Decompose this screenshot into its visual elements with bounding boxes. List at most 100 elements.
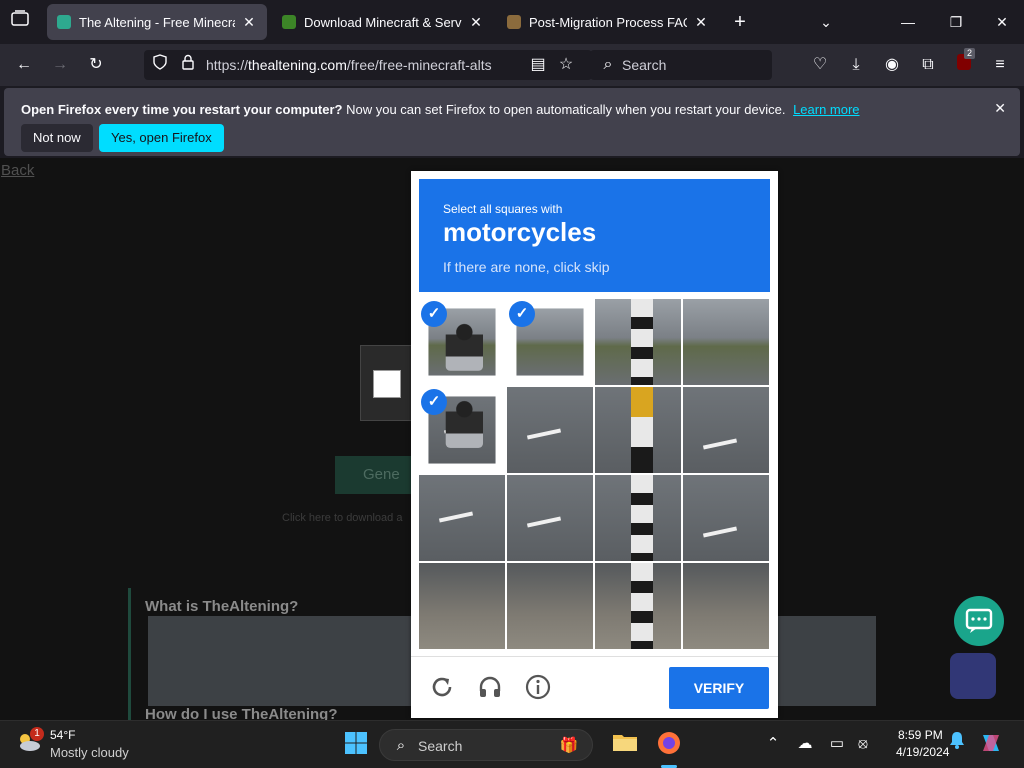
tab-thealtening[interactable]: The Altening - Free Minecraft A ✕	[47, 4, 267, 40]
pole-shape	[631, 299, 653, 385]
search-icon: ⌕	[603, 56, 613, 73]
extensions-icon[interactable]: ⧉	[916, 54, 940, 76]
captcha-tile[interactable]	[595, 299, 681, 385]
captcha-tile-image	[419, 563, 505, 649]
url-text: https://thealtening.com/free/free-minecr…	[206, 57, 492, 73]
captcha-footer: VERIFY	[411, 656, 778, 718]
close-window-icon[interactable]: ✕	[984, 8, 1020, 36]
clock-time[interactable]: 8:59 PM	[898, 728, 943, 742]
copilot-icon[interactable]	[978, 731, 1004, 757]
windows-start-icon[interactable]	[343, 731, 369, 757]
network-icon[interactable]: ⦻	[850, 731, 876, 757]
forward-arrow-icon[interactable]: →	[48, 54, 72, 76]
captcha-checkbox[interactable]	[373, 370, 401, 398]
bookmark-star-icon[interactable]: ☆	[554, 54, 578, 76]
generate-button[interactable]: Gene	[335, 456, 415, 494]
captcha-tile[interactable]	[419, 475, 505, 561]
discord-icon[interactable]	[950, 653, 996, 699]
lane-marking-shape	[702, 438, 738, 450]
faq-question-2[interactable]: How do I use TheAltening?	[145, 706, 338, 720]
captcha-tile[interactable]: ✓	[419, 299, 505, 385]
url-host: thealtening.com	[248, 57, 347, 73]
audio-challenge-icon[interactable]	[476, 673, 504, 701]
thealtening-favicon-icon	[57, 15, 71, 29]
close-notification-icon[interactable]: ✕	[994, 100, 1006, 117]
captcha-tile-image	[683, 387, 769, 473]
close-tab-icon[interactable]: ✕	[468, 14, 484, 31]
clock-date[interactable]: 4/19/2024	[896, 745, 949, 759]
captcha-tile[interactable]	[595, 563, 681, 649]
tab-title: Post-Migration Process FAQ | M	[529, 14, 687, 30]
captcha-tile[interactable]: ✓	[419, 387, 505, 473]
extension-badge: 2	[964, 48, 976, 59]
shield-icon[interactable]	[148, 54, 172, 76]
captcha-tile-image	[595, 563, 681, 649]
minimize-icon[interactable]: —	[890, 8, 926, 36]
reload-icon[interactable]: ↻	[84, 54, 108, 76]
yes-open-firefox-button[interactable]: Yes, open Firefox	[99, 124, 224, 152]
show-hidden-icons-icon[interactable]: ⌃	[760, 731, 786, 757]
pole-shape	[631, 563, 653, 649]
captcha-tile-image	[507, 475, 593, 561]
captcha-tile-image	[683, 563, 769, 649]
captcha-tile-image	[683, 299, 769, 385]
back-link[interactable]: Back	[1, 162, 34, 179]
captcha-tile-image	[419, 475, 505, 561]
captcha-tile[interactable]	[507, 387, 593, 473]
file-explorer-icon[interactable]	[612, 731, 638, 757]
menu-icon[interactable]: ≡	[988, 54, 1012, 76]
captcha-tile[interactable]	[595, 387, 681, 473]
info-icon[interactable]	[524, 673, 552, 701]
captcha-tile[interactable]	[683, 387, 769, 473]
verify-button[interactable]: VERIFY	[669, 667, 769, 709]
motorcycle-shape	[445, 399, 484, 448]
search-bar[interactable]: ⌕ Search	[590, 50, 772, 80]
display-icon[interactable]: ▭	[824, 731, 850, 757]
search-placeholder: Search	[622, 57, 667, 73]
pole-shape	[631, 387, 653, 473]
downloads-icon[interactable]: ⤓	[844, 54, 868, 76]
faq-question-1[interactable]: What is TheAltening?	[145, 598, 298, 615]
chat-button[interactable]	[954, 596, 1004, 646]
captcha-tile[interactable]	[419, 563, 505, 649]
back-arrow-icon[interactable]: ←	[12, 54, 36, 76]
download-hint: Click here to download a	[282, 512, 403, 524]
firefox-view-icon[interactable]	[8, 10, 32, 32]
close-tab-icon[interactable]: ✕	[241, 14, 257, 31]
notification-bell-icon[interactable]	[944, 731, 970, 757]
onedrive-icon[interactable]: ☁	[792, 731, 818, 757]
firefox-icon[interactable]	[656, 731, 682, 757]
reader-view-icon[interactable]: ▤	[526, 54, 550, 76]
reload-challenge-icon[interactable]	[428, 673, 456, 701]
tab-download-minecraft[interactable]: Download Minecraft & Server S ✕	[272, 4, 494, 40]
tab-post-migration[interactable]: Post-Migration Process FAQ | M ✕	[497, 4, 719, 40]
captcha-tile[interactable]: ✓	[507, 299, 593, 385]
taskbar-search-label: Search	[418, 738, 463, 754]
ublock-icon[interactable]: 2	[952, 48, 976, 76]
selected-check-icon: ✓	[421, 301, 447, 327]
new-tab-icon[interactable]: +	[722, 8, 758, 36]
account-icon[interactable]: ◉	[880, 54, 904, 76]
lane-marking-shape	[526, 516, 562, 528]
captcha-tile[interactable]	[595, 475, 681, 561]
learn-more-link[interactable]: Learn more	[793, 102, 859, 117]
list-all-tabs-icon[interactable]: ⌄	[808, 8, 844, 36]
pole-shape	[631, 475, 653, 561]
captcha-tile[interactable]	[507, 563, 593, 649]
url-bar[interactable]: https://thealtening.com/free/free-minecr…	[144, 50, 592, 80]
captcha-image-grid: ✓ ✓ ✓	[419, 299, 770, 649]
not-now-button[interactable]: Not now	[21, 124, 93, 152]
close-tab-icon[interactable]: ✕	[693, 14, 709, 31]
lock-icon[interactable]	[176, 54, 200, 76]
pocket-icon[interactable]: ♡	[808, 54, 832, 76]
taskbar-search[interactable]: ⌕ Search 🎁	[379, 729, 593, 761]
captcha-tile-image	[595, 475, 681, 561]
weather-temperature[interactable]: 54°F	[50, 728, 75, 742]
captcha-tile[interactable]	[683, 299, 769, 385]
tab-title: The Altening - Free Minecraft A	[79, 14, 235, 30]
weather-description[interactable]: Mostly cloudy	[50, 745, 129, 760]
captcha-tile[interactable]	[683, 475, 769, 561]
restore-icon[interactable]: ❐	[938, 8, 974, 36]
captcha-tile[interactable]	[683, 563, 769, 649]
captcha-tile[interactable]	[507, 475, 593, 561]
